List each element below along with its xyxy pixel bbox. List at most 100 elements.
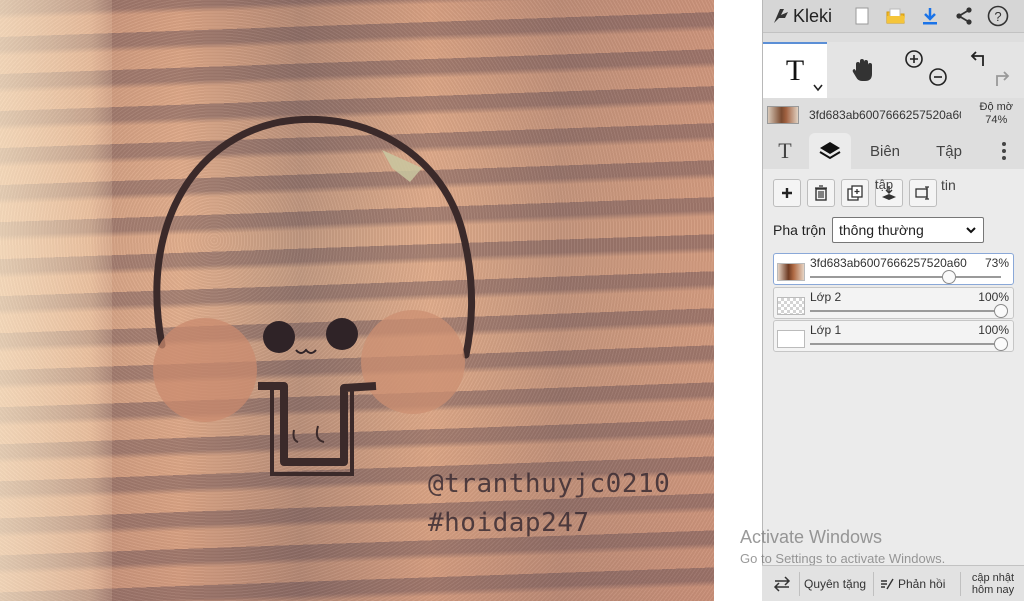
open-button[interactable]: [879, 0, 913, 33]
watermark-username: @tranthuyjc0210: [428, 469, 671, 499]
new-image-button[interactable]: [845, 0, 879, 33]
download-button[interactable]: [913, 0, 947, 33]
rename-icon: [915, 186, 929, 200]
zoom-controls: [897, 42, 953, 98]
divider: [873, 572, 874, 596]
layers-icon: [819, 142, 841, 160]
tab-text-label: T: [778, 138, 792, 163]
layer-opacity-knob[interactable]: [994, 337, 1008, 351]
hand-tool-button[interactable]: [833, 42, 893, 98]
image-name: 3fd683ab6007666257520a60: [809, 108, 961, 122]
rename-layer-button[interactable]: [909, 179, 937, 207]
layers-panel: tập tin Pha trộn thông thường 3fd683ab60…: [763, 169, 1024, 565]
mouth: [295, 348, 317, 354]
download-icon: [923, 8, 937, 25]
svg-text:?: ?: [994, 9, 1001, 24]
divider: [960, 572, 961, 596]
changelog-line1: cập nhật: [971, 572, 1015, 584]
redo-icon[interactable]: [991, 66, 1013, 88]
hand-icon: [852, 59, 872, 81]
doodle-drawing: [153, 115, 476, 476]
changelog-button[interactable]: cập nhật hôm nay: [964, 566, 1022, 601]
tab-more[interactable]: [989, 133, 1019, 169]
info-label: tin: [941, 177, 956, 193]
kleki-logo[interactable]: Kleki: [763, 0, 845, 33]
arm-right: [315, 425, 325, 443]
body-outline: [258, 382, 377, 466]
feedback-label: Phản hồi: [898, 577, 946, 591]
layer-opacity: 100%: [978, 290, 1009, 304]
opacity-label: Độ mờ: [979, 101, 1014, 113]
opacity-value: 74%: [985, 114, 1008, 126]
text-tool-label: T: [785, 54, 805, 87]
chevron-down-icon: [813, 84, 823, 92]
left-earcup: [153, 318, 257, 422]
image-thumbnail: [767, 106, 799, 124]
panel-tabs: T Biên Tập: [763, 133, 1024, 169]
blend-mode-select[interactable]: thông thường: [832, 217, 984, 243]
side-panel: Kleki ? T 3fd683ab6007666257520a60 Độ mờ…: [762, 0, 1024, 601]
drawing-canvas[interactable]: @tranthuyjc0210 #hoidap247: [0, 0, 714, 601]
bottom-bar: Quyên tặng Phản hồi cập nhật hôm nay: [762, 565, 1024, 601]
layer-name: 3fd683ab6007666257520a60: [810, 256, 967, 270]
donate-button[interactable]: Quyên tặng: [804, 566, 874, 601]
share-icon: [956, 7, 972, 25]
app-name: Kleki: [793, 5, 833, 26]
layer-opacity: 100%: [978, 323, 1009, 337]
layer-opacity-knob[interactable]: [994, 304, 1008, 318]
layer-item-2[interactable]: Lớp 2 100%: [773, 287, 1014, 319]
divider: [799, 572, 800, 596]
zoom-out-icon[interactable]: [927, 66, 949, 88]
plus-icon: [782, 188, 792, 198]
new-image-icon: [855, 7, 869, 25]
left-eye: [263, 321, 295, 353]
right-earcup: [361, 310, 465, 414]
blend-mode-label: Pha trộn: [773, 222, 826, 238]
canvas-gutter: [714, 0, 762, 601]
watermark-hashtag: #hoidap247: [428, 508, 590, 538]
right-eye: [326, 318, 358, 350]
trash-icon: [815, 185, 827, 201]
history-controls: [961, 42, 1021, 98]
share-button[interactable]: [947, 0, 981, 33]
layer-name: Lớp 2: [810, 290, 842, 304]
layer-opacity-slider[interactable]: [810, 343, 1001, 345]
undo-icon[interactable]: [967, 48, 989, 70]
kleki-logo-icon: [774, 9, 788, 23]
chevron-down-icon: [966, 227, 976, 234]
tab-text[interactable]: T: [767, 133, 803, 169]
tab-layers[interactable]: [809, 133, 851, 169]
tab-file[interactable]: Tập: [923, 133, 975, 169]
tool-row: T: [763, 42, 1024, 98]
help-icon: ?: [987, 5, 1009, 27]
duplicate-icon: [847, 185, 863, 201]
image-info-row: 3fd683ab6007666257520a60 Độ mờ 74%: [763, 100, 1024, 130]
layer-opacity-slider[interactable]: [810, 310, 1001, 312]
layer-item-3[interactable]: Lớp 1 100%: [773, 320, 1014, 352]
zoom-in-icon[interactable]: [903, 48, 925, 70]
merge-label: tập: [875, 177, 894, 192]
delete-layer-button[interactable]: [807, 179, 835, 207]
arm-left: [292, 429, 299, 443]
blend-mode-value: thông thường: [839, 222, 924, 238]
swap-arrows-icon: [773, 576, 791, 592]
layer-name: Lớp 1: [810, 323, 842, 337]
layer-item-1[interactable]: 3fd683ab6007666257520a60 73%: [773, 253, 1014, 285]
feedback-button[interactable]: Phản hồi: [880, 566, 960, 601]
duplicate-layer-button[interactable]: [841, 179, 869, 207]
changelog-line2: hôm nay: [971, 584, 1015, 596]
layer-thumbnail: [777, 330, 805, 348]
feedback-icon: [881, 578, 894, 590]
help-button[interactable]: ?: [981, 0, 1015, 33]
layer-thumbnail: [777, 263, 805, 281]
layer-thumbnail: [777, 297, 805, 315]
add-layer-button[interactable]: [773, 179, 801, 207]
layer-opacity: 73%: [984, 256, 1009, 270]
text-tool-button[interactable]: T: [763, 42, 827, 98]
swap-button[interactable]: [766, 566, 798, 601]
layer-opacity-knob[interactable]: [942, 270, 957, 284]
tab-edit[interactable]: Biên: [859, 133, 911, 169]
top-toolbar: Kleki ?: [763, 0, 1024, 33]
layer-opacity-slider[interactable]: [810, 276, 1001, 278]
image-opacity: Độ mờ 74%: [980, 101, 1014, 127]
